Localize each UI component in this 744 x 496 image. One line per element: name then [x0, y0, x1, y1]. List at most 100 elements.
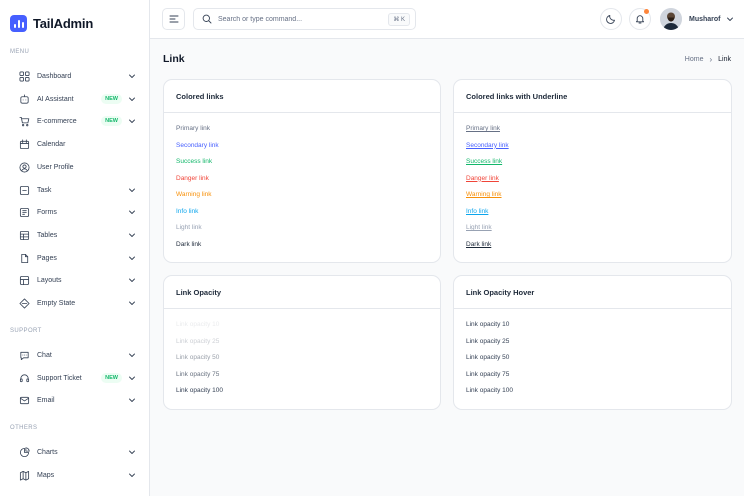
sidebar-item-calendar[interactable]: Calendar — [10, 134, 138, 154]
card-link-opacity: Link Opacity Link opacity 10 Link opacity… — [163, 275, 441, 410]
section-label-menu: MENU — [10, 49, 30, 55]
link-link-opacity-10[interactable]: Link opacity 10 — [176, 320, 428, 337]
moon-icon — [606, 15, 615, 24]
breadcrumb-current: Link — [718, 56, 731, 63]
chevron-down-icon — [129, 188, 135, 192]
sidebar: TailAdmin MENU SUPPORT OTHERS Dashboard A… — [0, 0, 150, 496]
link-link-opacity-25[interactable]: Link opacity 25 — [176, 337, 428, 354]
card-title: Colored links — [164, 80, 440, 113]
link-link-opacity-75[interactable]: Link opacity 75 — [466, 370, 719, 387]
sidebar-item-pages[interactable]: Pages — [10, 248, 138, 268]
breadcrumb: Home › Link — [685, 55, 731, 64]
link-link-opacity-100[interactable]: Link opacity 100 — [176, 386, 428, 403]
sidebar-item-tables[interactable]: Tables — [10, 225, 138, 245]
sidebar-item-empty-state[interactable]: Empty State — [10, 293, 138, 313]
sidebar-item-label: Support Ticket — [37, 374, 82, 382]
link-link-opacity-100[interactable]: Link opacity 100 — [466, 386, 719, 403]
link-info-link[interactable]: Info link — [466, 207, 719, 224]
chevron-down-icon — [129, 473, 135, 477]
link-light-link[interactable]: Light link — [176, 223, 428, 240]
link-link-opacity-10[interactable]: Link opacity 10 — [466, 320, 719, 337]
link-warning-link[interactable]: Warning link — [176, 190, 428, 207]
chevron-down-icon — [129, 119, 135, 123]
section-label-others: OTHERS — [10, 425, 38, 431]
search-shortcut: ⌘ K — [388, 13, 410, 26]
notification-dot — [644, 9, 649, 14]
box-icon — [17, 296, 31, 310]
link-primary-link[interactable]: Primary link — [466, 124, 719, 141]
chevron-down-icon — [129, 398, 135, 402]
sidebar-item-layouts[interactable]: Layouts — [10, 270, 138, 290]
sidebar-item-email[interactable]: Email — [10, 390, 138, 410]
link-link-opacity-25[interactable]: Link opacity 25 — [466, 337, 719, 354]
link-success-link[interactable]: Success link — [466, 157, 719, 174]
sidebar-item-label: User Profile — [37, 163, 74, 171]
breadcrumb-home[interactable]: Home — [685, 56, 704, 63]
chevron-right-icon: › — [709, 55, 713, 64]
sidebar-item-label: Forms — [37, 208, 57, 216]
mail-icon — [17, 393, 31, 407]
sidebar-item-task[interactable]: Task — [10, 180, 138, 200]
brand-logo[interactable]: TailAdmin — [10, 15, 93, 32]
sidebar-item-forms[interactable]: Forms — [10, 202, 138, 222]
sidebar-item-label: Maps — [37, 471, 55, 479]
link-secondary-link[interactable]: Secondary link — [466, 141, 719, 158]
link-dark-link[interactable]: Dark link — [466, 240, 719, 257]
chevron-down-icon — [129, 256, 135, 260]
sidebar-item-label: Empty State — [37, 299, 76, 307]
grid-icon — [17, 69, 31, 83]
link-light-link[interactable]: Light link — [466, 223, 719, 240]
link-dark-link[interactable]: Dark link — [176, 240, 428, 257]
card-title: Link Opacity — [164, 276, 440, 309]
search-bar[interactable]: ⌘ K — [193, 8, 416, 30]
chevron-down-icon — [129, 233, 135, 237]
sidebar-item-label: Chat — [37, 351, 52, 359]
sidebar-item-maps[interactable]: Maps — [10, 465, 138, 485]
sidebar-item-label: Dashboard — [37, 72, 72, 80]
sidebar-item-charts[interactable]: Charts — [10, 442, 138, 462]
chevron-down-icon — [129, 278, 135, 282]
notifications-button[interactable] — [629, 8, 651, 30]
link-secondary-link[interactable]: Secondary link — [176, 141, 428, 158]
task-icon — [17, 183, 31, 197]
sidebar-item-chat[interactable]: Chat — [10, 345, 138, 365]
ai-icon — [17, 92, 31, 106]
search-icon — [202, 14, 212, 24]
new-badge: NEW — [101, 116, 122, 126]
sidebar-item-label: Layouts — [37, 276, 62, 284]
theme-toggle-button[interactable] — [600, 8, 622, 30]
card-title: Link Opacity Hover — [454, 276, 731, 309]
card-colored-links: Colored links Primary link Secondary link… — [163, 79, 441, 263]
sidebar-item-ai-assistant[interactable]: AI Assistant NEW — [10, 89, 138, 109]
search-input[interactable] — [218, 15, 378, 23]
sidebar-toggle-button[interactable] — [162, 8, 185, 30]
sidebar-item-label: AI Assistant — [37, 95, 74, 103]
sidebar-item-label: Email — [37, 396, 55, 404]
sidebar-item-support-ticket[interactable]: Support Ticket NEW — [10, 368, 138, 388]
card-link-opacity-hover: Link Opacity Hover Link opacity 10 Link o… — [453, 275, 732, 410]
sidebar-item-e-commerce[interactable]: E-commerce NEW — [10, 111, 138, 131]
sidebar-item-user-profile[interactable]: User Profile — [10, 157, 138, 177]
link-info-link[interactable]: Info link — [176, 207, 428, 224]
sidebar-item-label: Charts — [37, 448, 58, 456]
page-title: Link — [163, 53, 185, 65]
new-badge: NEW — [101, 373, 122, 383]
chevron-down-icon — [129, 74, 135, 78]
link-link-opacity-50[interactable]: Link opacity 50 — [466, 353, 719, 370]
link-primary-link[interactable]: Primary link — [176, 124, 428, 141]
link-link-opacity-75[interactable]: Link opacity 75 — [176, 370, 428, 387]
link-danger-link[interactable]: Danger link — [466, 174, 719, 191]
chevron-down-icon — [129, 353, 135, 357]
sidebar-item-dashboard[interactable]: Dashboard — [10, 66, 138, 86]
card-underline-links: Colored links with Underline Primary lin… — [453, 79, 732, 263]
user-menu[interactable]: Musharof — [660, 8, 734, 30]
card-title: Colored links with Underline — [454, 80, 731, 113]
link-link-opacity-50[interactable]: Link opacity 50 — [176, 353, 428, 370]
link-warning-link[interactable]: Warning link — [466, 190, 719, 207]
menu-icon — [169, 15, 178, 23]
chevron-down-icon — [129, 376, 135, 380]
link-success-link[interactable]: Success link — [176, 157, 428, 174]
chevron-down-icon — [726, 17, 733, 21]
link-danger-link[interactable]: Danger link — [176, 174, 428, 191]
logo-icon — [10, 15, 27, 32]
